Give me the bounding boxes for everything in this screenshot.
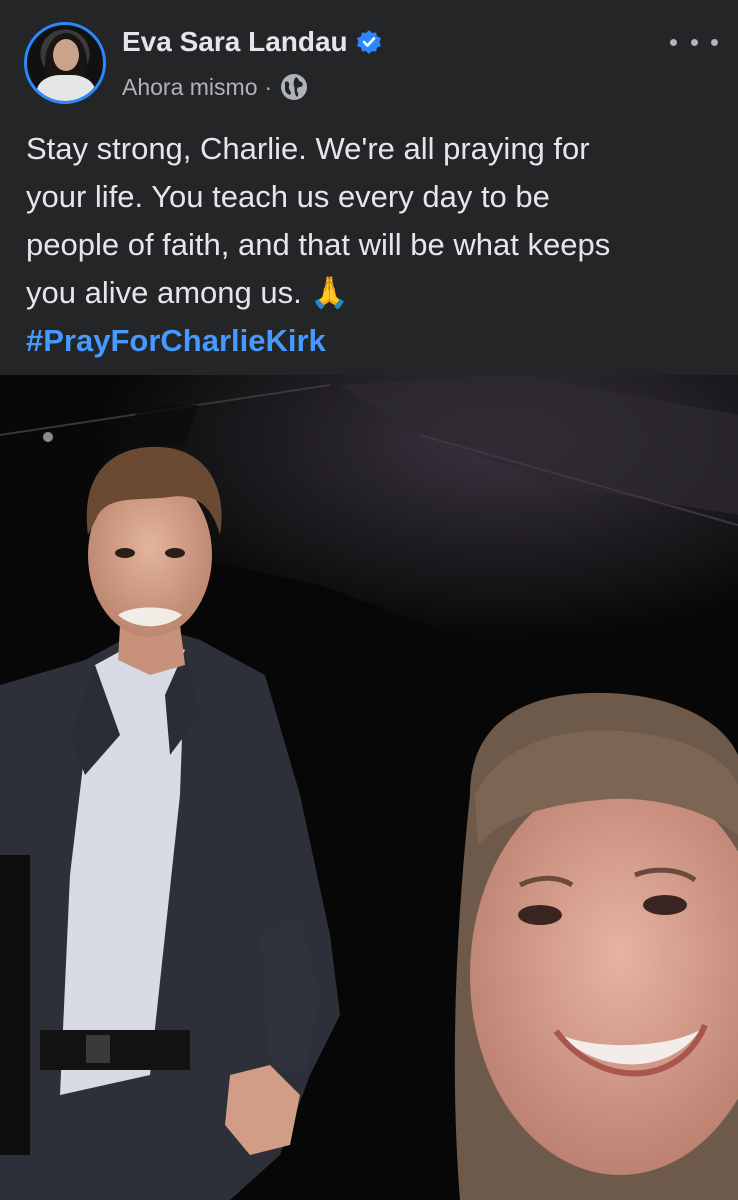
post-text-line: your life. You teach us every day to be	[26, 179, 550, 214]
post-header: Eva Sara Landau Ahora mismo ·	[0, 0, 738, 110]
author-avatar[interactable]	[24, 22, 106, 104]
post-meta: Ahora mismo ·	[122, 70, 309, 104]
post-text-line: Stay strong, Charlie. We're all praying …	[26, 131, 590, 166]
author-name[interactable]: Eva Sara Landau	[122, 26, 348, 58]
post-text: Stay strong, Charlie. We're all praying …	[26, 125, 726, 365]
more-dot-icon	[690, 38, 698, 46]
more-options-icon[interactable]	[670, 28, 718, 56]
author-row: Eva Sara Landau	[122, 22, 382, 62]
facebook-post: Eva Sara Landau Ahora mismo · Stay stron…	[0, 0, 738, 1200]
post-text-line: people of faith, and that will be what k…	[26, 227, 611, 262]
avatar-face-shape	[53, 39, 79, 71]
globe-icon[interactable]	[279, 72, 309, 102]
meta-separator: ·	[264, 73, 273, 100]
post-text-line-last: you alive among us. 🙏	[26, 269, 726, 317]
praying-hands-emoji: 🙏	[310, 275, 349, 311]
avatar-body-shape	[37, 75, 95, 101]
hashtag-link[interactable]: #PrayForCharlieKirk	[26, 317, 726, 365]
post-photo[interactable]	[0, 375, 738, 1200]
post-text-line: you alive among us.	[26, 275, 302, 310]
post-timestamp[interactable]: Ahora mismo	[122, 74, 257, 101]
verified-badge-icon	[356, 30, 381, 54]
more-dot-icon	[711, 38, 718, 46]
more-dot-icon	[670, 38, 677, 46]
selfie-photo	[0, 375, 738, 1200]
